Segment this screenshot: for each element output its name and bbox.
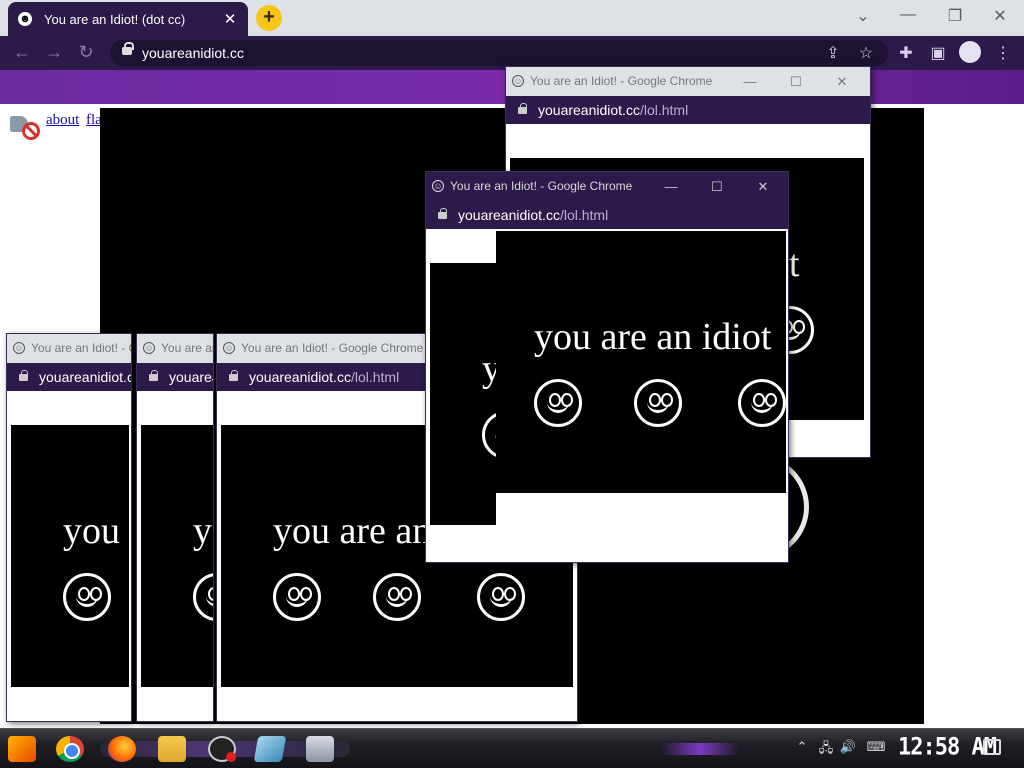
popup-title-bar[interactable]: ☺ You are an Idiot! - Google Chrome — [137, 334, 213, 363]
smiley-icon — [482, 411, 496, 459]
popup-window-active[interactable]: ☺ You are an Idiot! - Google Chrome — ☐ … — [425, 171, 789, 563]
popup-window[interactable]: ☺ You are an Idiot! - Google Chrome youa… — [136, 333, 214, 722]
close-window-icon[interactable]: ✕ — [990, 6, 1010, 26]
tray-chevron-icon[interactable]: ⌃ — [792, 739, 812, 755]
lock-icon — [19, 370, 28, 381]
popup-title-bar[interactable]: ☺ You are an Idiot! - Google Chrome — [7, 334, 131, 363]
flash-player[interactable]: you are an idiot — [496, 231, 786, 493]
tab-search-icon[interactable]: ⌄ — [853, 6, 873, 26]
idiot-text: you are an idiot — [482, 347, 496, 391]
popup-title-bar[interactable]: ☺ You are an Idiot! - Google Chrome — ☐ … — [426, 172, 788, 201]
smiley-icon — [534, 379, 582, 427]
star-icon[interactable]: ☆ — [856, 43, 876, 63]
popup-address-bar[interactable]: youareanidiot.cc/lol.html — [506, 96, 870, 124]
smiley-favicon-icon: ☺ — [223, 342, 235, 354]
idiot-text: you are an idiot — [534, 316, 772, 358]
maximize-icon[interactable]: ☐ — [707, 172, 727, 201]
notification-icon[interactable] — [983, 739, 1001, 755]
taskbar-decoration — [660, 743, 740, 755]
lock-icon[interactable] — [122, 42, 134, 55]
flash-player-behind[interactable]: you are an idiot — [430, 263, 496, 525]
smiley-icon — [738, 379, 786, 427]
close-tab-icon[interactable]: ✕ — [222, 10, 238, 28]
about-link[interactable]: about — [46, 112, 79, 129]
tab-title: You are an Idiot! (dot cc) — [44, 11, 186, 27]
new-tab-button[interactable]: + — [256, 5, 282, 31]
taskbar: ⌃ 🖧 🔊 ⌨ 12:58 AM — [0, 728, 1024, 768]
smiley-icon — [193, 573, 213, 621]
lock-icon — [438, 208, 447, 219]
volume-icon[interactable]: 🔊 — [838, 739, 858, 755]
popup-address-bar[interactable]: youareanidiot.cc — [137, 363, 213, 391]
popup-page: you are an idiot — [137, 391, 213, 721]
profile-icon[interactable] — [959, 41, 981, 63]
sidepanel-icon[interactable]: ▣ — [928, 43, 948, 63]
firefox-icon[interactable] — [108, 736, 136, 762]
muted-speaker-icon[interactable] — [8, 112, 40, 140]
keyboard-icon[interactable]: ⌨ — [866, 739, 886, 755]
popup-address-bar[interactable]: youareanidiot.cc/lol.html — [426, 201, 788, 229]
app-icon[interactable] — [306, 736, 334, 762]
menu-icon[interactable]: ⋮ — [993, 43, 1013, 63]
address-bar[interactable]: youareanidiot.cc — [110, 40, 888, 66]
chrome-icon[interactable] — [56, 736, 84, 762]
forward-icon[interactable]: → — [44, 42, 64, 63]
smiley-favicon-icon: ☻ — [18, 12, 32, 26]
smiley-favicon-icon: ☺ — [512, 75, 524, 87]
address-text: youareanidiot.cc — [142, 45, 244, 61]
start-icon[interactable] — [8, 736, 36, 762]
popup-title-bar[interactable]: ☺ You are an Idiot! - Google Chrome — ☐ … — [506, 67, 870, 96]
back-icon[interactable]: ← — [12, 42, 32, 63]
flash-player[interactable]: you are an idiot — [141, 425, 213, 687]
smiley-icon — [273, 573, 321, 621]
active-tab[interactable]: ☻ You are an Idiot! (dot cc) ✕ — [8, 2, 248, 36]
clock[interactable]: 12:58 AM — [898, 734, 997, 762]
minimize-icon[interactable]: — — [661, 172, 681, 201]
smiley-icon — [63, 573, 111, 621]
browser-toolbar: ← → ↻ youareanidiot.cc ⇪ ☆ ✚ ▣ ⋮ — [0, 36, 1024, 70]
popup-address-bar[interactable]: youareanidiot.cc/lol.html — [7, 363, 131, 391]
smiley-favicon-icon: ☺ — [13, 342, 25, 354]
network-icon[interactable]: 🖧 — [816, 739, 836, 761]
maximize-icon[interactable]: ☐ — [786, 67, 806, 96]
extensions-icon[interactable]: ✚ — [896, 43, 916, 63]
lock-icon — [229, 370, 238, 381]
reload-icon[interactable]: ↻ — [76, 42, 96, 63]
lock-icon — [518, 103, 527, 114]
smiley-favicon-icon: ☺ — [143, 342, 155, 354]
close-window-icon[interactable]: ✕ — [832, 67, 852, 96]
share-icon[interactable]: ⇪ — [823, 43, 843, 63]
flash-player[interactable]: you are an idiot — [11, 425, 129, 687]
lock-icon — [149, 370, 158, 381]
popup-page: you are an idiot — [7, 391, 131, 721]
close-window-icon[interactable]: ✕ — [753, 172, 773, 201]
smiley-icon — [477, 573, 525, 621]
smiley-icon — [634, 379, 682, 427]
smiley-favicon-icon: ☺ — [432, 180, 444, 192]
popup-page: you are an idiot you are an idiot — [426, 229, 788, 562]
restore-icon[interactable]: ❐ — [945, 6, 965, 26]
tab-strip: ☻ You are an Idiot! (dot cc) ✕ + ⌄ — ❐ ✕ — [0, 0, 1024, 36]
smiley-icon — [373, 573, 421, 621]
file-explorer-icon[interactable] — [158, 736, 186, 762]
minimize-icon[interactable]: — — [740, 67, 760, 96]
minimize-icon[interactable]: — — [898, 6, 918, 24]
popup-window[interactable]: ☺ You are an Idiot! - Google Chrome youa… — [6, 333, 132, 722]
app-icon[interactable] — [253, 736, 287, 762]
screen-recorder-icon[interactable] — [208, 736, 236, 762]
idiot-text: you are an idiot — [63, 510, 129, 552]
idiot-text: you are an idiot — [193, 510, 213, 552]
